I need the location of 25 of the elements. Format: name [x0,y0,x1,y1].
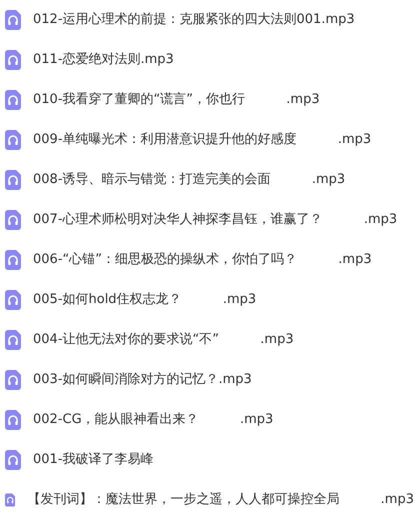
file-name[interactable]: 009-单纯曝光术：利用潜意识提升他的好感度 .mp3 [33,130,372,150]
file-name[interactable]: 006-“心锚”：细思极恐的操纵术，你怕了吗？ .mp3 [33,250,372,270]
file-name[interactable]: 004-让他无法对你的要求说“不” .mp3 [33,330,294,350]
audio-file-icon [5,10,21,30]
file-name[interactable]: 003-如何瞬间消除对方的记忆？.mp3 [33,370,252,390]
file-name[interactable]: 002-CG，能从眼神看出来？ .mp3 [33,410,274,430]
audio-file-icon [5,90,21,110]
audio-file-icon [5,330,21,350]
file-name[interactable]: 012-运用心理术的前提：克服紧张的四大法则001.mp3 [33,10,355,30]
audio-file-icon [5,290,21,310]
file-name[interactable]: 011-恋爱绝对法则.mp3 [33,50,174,70]
file-name[interactable]: 008-诱导、暗示与错觉：打造完美的会面 .mp3 [33,170,346,190]
audio-file-icon [5,170,21,190]
file-name[interactable]: 【发刊词】：魔法世界，一步之遥，人人都可操控全局 .mp3 [27,490,414,510]
file-name[interactable]: 010-我看穿了董卿的“谎言”，你也行 .mp3 [33,90,320,110]
file-name[interactable]: 005-如何hold住权志龙？ .mp3 [33,290,256,310]
audio-file-icon [5,50,21,70]
audio-file-icon [5,410,21,430]
audio-file-icon [5,370,21,390]
audio-file-icon [5,250,21,270]
file-name[interactable]: 001-我破译了李易峰 [33,450,154,470]
audio-file-icon [5,210,21,230]
audio-file-icon [5,130,21,150]
file-name[interactable]: 007-心理术师松明对决华人神探李昌钰，谁赢了？ .mp3 [33,210,398,230]
audio-file-icon [5,450,21,470]
